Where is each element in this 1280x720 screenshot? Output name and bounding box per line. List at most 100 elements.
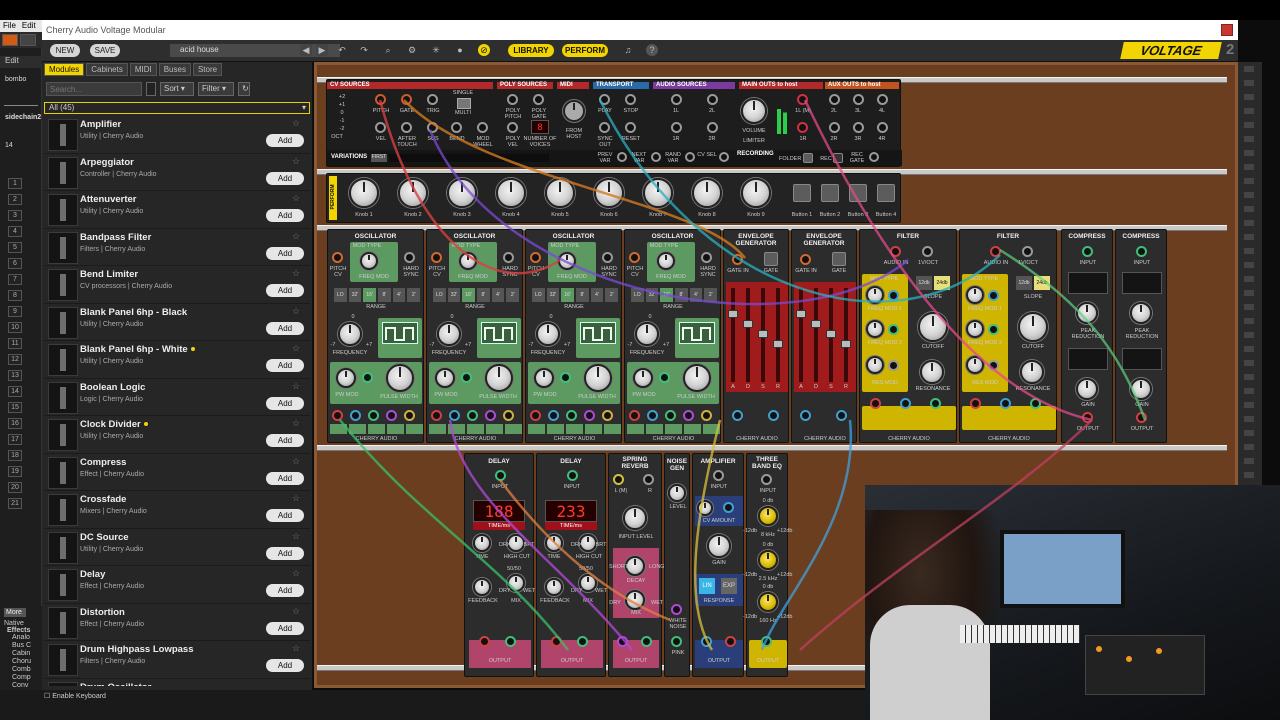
perform-knob[interactable]: [496, 178, 526, 208]
compress-gain-knob[interactable]: [1076, 378, 1098, 400]
library-item[interactable]: Clock Divider Utility | Cherry Audio Add ☆: [44, 416, 310, 454]
filter-dropdown[interactable]: Filter ▾: [198, 82, 234, 96]
track-number[interactable]: 3: [8, 210, 22, 221]
oscillator-output-jack[interactable]: [629, 410, 640, 421]
reverb-mix-knob[interactable]: [625, 590, 645, 610]
freq-mod1-jack[interactable]: [988, 290, 999, 301]
perform-button[interactable]: [877, 184, 895, 202]
favorite-star-icon[interactable]: ☆: [292, 231, 300, 242]
gate-in-jack[interactable]: [800, 254, 811, 265]
perform-button[interactable]: PERFORM: [562, 44, 608, 57]
range-step-button[interactable]: LO: [631, 288, 644, 302]
trig-jack[interactable]: [427, 94, 438, 105]
frequency-knob[interactable]: [536, 322, 560, 346]
perform-knob[interactable]: [594, 178, 624, 208]
poly-vel-jack[interactable]: [507, 122, 518, 133]
range-step-button[interactable]: 16': [660, 288, 674, 302]
track-number[interactable]: 10: [8, 322, 22, 333]
favorite-star-icon[interactable]: ☆: [292, 643, 300, 654]
frequency-knob[interactable]: [437, 322, 461, 346]
envelope-inv-out-jack[interactable]: [836, 410, 847, 421]
adsr-fader-handle[interactable]: [743, 320, 753, 328]
adsr-fader-handle[interactable]: [796, 310, 806, 318]
track-name[interactable]: sidechain2: [0, 114, 41, 121]
add-module-button[interactable]: Add: [266, 434, 304, 447]
preset-name-field[interactable]: acid house: [170, 44, 340, 57]
hard-sync-jack[interactable]: [503, 252, 514, 263]
adsr-fader-handle[interactable]: [758, 330, 768, 338]
sort-dropdown[interactable]: Sort ▾: [160, 82, 194, 96]
freq-mod2-knob[interactable]: [866, 320, 884, 338]
manual-gate-button[interactable]: [832, 252, 846, 266]
freq-mod1-jack[interactable]: [888, 290, 899, 301]
track-number[interactable]: 2: [8, 194, 22, 205]
favorite-star-icon[interactable]: ☆: [292, 343, 300, 354]
favorite-star-icon[interactable]: ☆: [292, 381, 300, 392]
library-item[interactable]: Bend Limiter CV processors | Cherry Audio…: [44, 266, 310, 304]
poly-pitch-jack[interactable]: [507, 94, 518, 105]
library-tab[interactable]: Buses: [158, 63, 191, 76]
refresh-icon[interactable]: ↻: [238, 82, 250, 96]
range-step-button[interactable]: LO: [532, 288, 545, 302]
library-item[interactable]: DC Source Utility | Cherry Audio Add ☆: [44, 528, 310, 566]
range-step-button[interactable]: 32': [348, 288, 362, 302]
perform-knob[interactable]: [349, 178, 379, 208]
track-number[interactable]: 15: [8, 402, 22, 413]
amp-out-inv-jack[interactable]: [725, 636, 736, 647]
pulse-width-knob[interactable]: [683, 364, 711, 392]
slope-12db-button[interactable]: 12db: [1016, 276, 1032, 290]
daw-play-button[interactable]: [2, 34, 18, 46]
cv-amount-jack[interactable]: [723, 502, 734, 513]
feedback-knob[interactable]: [545, 578, 563, 596]
favorite-star-icon[interactable]: ☆: [292, 568, 300, 579]
track-number[interactable]: 13: [8, 370, 22, 381]
res-mod-knob[interactable]: [966, 356, 984, 374]
menu-edit[interactable]: Edit: [22, 21, 36, 31]
gate-jack[interactable]: [401, 94, 412, 105]
audio-in-jack[interactable]: [990, 246, 1001, 257]
rand-var-jack[interactable]: [685, 152, 695, 162]
mod-wheel-jack[interactable]: [477, 122, 488, 133]
delay-input-jack[interactable]: [567, 470, 578, 481]
add-module-button[interactable]: Add: [266, 209, 304, 222]
delay-input-jack[interactable]: [495, 470, 506, 481]
pw-mod-jack[interactable]: [362, 372, 373, 383]
add-module-button[interactable]: Add: [266, 509, 304, 522]
frequency-knob[interactable]: [635, 322, 659, 346]
manual-gate-button[interactable]: [764, 252, 778, 266]
range-step-button[interactable]: LO: [433, 288, 446, 302]
favorite-star-icon[interactable]: ☆: [292, 118, 300, 129]
pw-mod-knob[interactable]: [633, 368, 653, 388]
track-number[interactable]: 18: [8, 450, 22, 461]
reverb-out-right-jack[interactable]: [641, 636, 652, 647]
range-step-button[interactable]: 4': [590, 288, 604, 302]
aftertouch-jack[interactable]: [401, 122, 412, 133]
oscillator-output-jack[interactable]: [647, 410, 658, 421]
amp-gain-knob[interactable]: [707, 534, 731, 558]
browser-item[interactable]: Cabin: [12, 650, 40, 658]
library-item[interactable]: Drum Oscillator: [44, 678, 310, 686]
filter-output-jack[interactable]: [1030, 398, 1041, 409]
res-mod-knob[interactable]: [866, 356, 884, 374]
add-module-button[interactable]: Add: [266, 321, 304, 335]
range-step-button[interactable]: 32': [645, 288, 659, 302]
eq-band-knob[interactable]: [758, 592, 778, 612]
delay-out-right-jack[interactable]: [577, 636, 588, 647]
freq-mod1-knob[interactable]: [866, 286, 884, 304]
sus-jack[interactable]: [427, 122, 438, 133]
pw-mod-jack[interactable]: [560, 372, 571, 383]
range-step-button[interactable]: 8': [477, 288, 490, 302]
range-step-button[interactable]: 8': [378, 288, 391, 302]
range-step-button[interactable]: 32': [546, 288, 560, 302]
range-step-button[interactable]: 32': [447, 288, 461, 302]
one-v-oct-jack[interactable]: [922, 246, 933, 257]
aux-4l-jack[interactable]: [877, 94, 888, 105]
pitch-cv-jack[interactable]: [332, 252, 343, 263]
add-module-button[interactable]: Add: [266, 584, 304, 597]
palette-icon[interactable]: ●: [454, 44, 466, 56]
oscillator-output-jack[interactable]: [467, 410, 478, 421]
oscillator-output-jack[interactable]: [701, 410, 712, 421]
prev-preset-icon[interactable]: ◀: [300, 44, 312, 56]
track-number[interactable]: 12: [8, 354, 22, 365]
browser-item[interactable]: Bus C: [12, 642, 40, 650]
